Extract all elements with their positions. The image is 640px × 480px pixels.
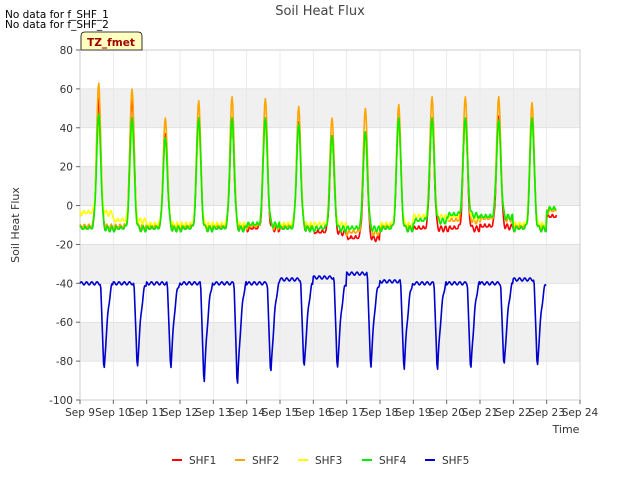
station-badge: TZ_fmet xyxy=(80,31,143,51)
y-axis-ticks: -100 -80 -60 -40 -20 0 20 40 60 80 xyxy=(49,45,80,407)
x-tick-label: Sep 9 xyxy=(65,407,95,419)
x-tick-label: Sep 14 xyxy=(228,407,265,419)
chart-canvas: -100-80-60-40-20020406080 Sep 9 Sep 10Sep… xyxy=(5,4,599,467)
y-tick-label: 40 xyxy=(60,123,73,135)
y-tick-label: 60 xyxy=(60,84,73,96)
y-tick-label: 80 xyxy=(60,45,73,57)
x-tick-label: Sep 11 xyxy=(128,407,165,419)
x-tick-label: Sep 16 xyxy=(295,407,332,419)
plot-band xyxy=(80,283,580,323)
y-tick-label: -100 xyxy=(49,395,73,407)
plot-band xyxy=(80,88,580,128)
x-tick-label: Sep 21 xyxy=(462,407,499,419)
y-tick-label: -20 xyxy=(56,239,73,251)
chart-title: Soil Heat Flux xyxy=(275,4,365,19)
plot-band xyxy=(80,50,580,89)
station-badge-label: TZ_fmet xyxy=(87,37,135,49)
x-tick-label: Sep 23 xyxy=(528,407,565,419)
legend: SHF1 SHF2 SHF3 SHF4 SHF5 xyxy=(172,455,469,467)
x-tick-label: Sep 15 xyxy=(262,407,299,419)
x-tick-label: Sep 12 xyxy=(162,407,199,419)
x-tick-label: Sep 24 xyxy=(562,407,599,419)
legend-label-shf2: SHF2 xyxy=(252,455,279,467)
y-tick-label: 20 xyxy=(60,162,73,174)
x-axis-label: Time xyxy=(552,423,580,436)
y-tick-label: -40 xyxy=(56,278,73,290)
legend-label-shf4: SHF4 xyxy=(379,455,407,467)
no-data-note-2: No data for f_SHF_2 xyxy=(5,19,109,31)
x-tick-label: Sep 17 xyxy=(328,407,365,419)
x-tick-label: Sep 19 xyxy=(395,407,432,419)
legend-label-shf3: SHF3 xyxy=(315,455,342,467)
x-tick-label: Sep 13 xyxy=(195,407,232,419)
plot-band xyxy=(80,244,580,284)
legend-label-shf1: SHF1 xyxy=(189,455,216,467)
legend-label-shf5: SHF5 xyxy=(442,455,469,467)
plot-band xyxy=(80,361,580,400)
y-tick-label: -80 xyxy=(56,356,73,368)
x-tick-label: Sep 10 xyxy=(95,407,132,419)
x-tick-label: Sep 22 xyxy=(495,407,532,419)
x-axis-ticks: Sep 9 Sep 10Sep 11Sep 12Sep 13Sep 14Sep 1… xyxy=(65,400,599,419)
y-axis-label: Soil Heat Flux xyxy=(9,187,22,263)
y-tick-label: -60 xyxy=(56,317,73,329)
y-tick-label: 0 xyxy=(66,201,73,213)
x-tick-label: Sep 18 xyxy=(362,407,399,419)
x-tick-label: Sep 20 xyxy=(428,407,465,419)
